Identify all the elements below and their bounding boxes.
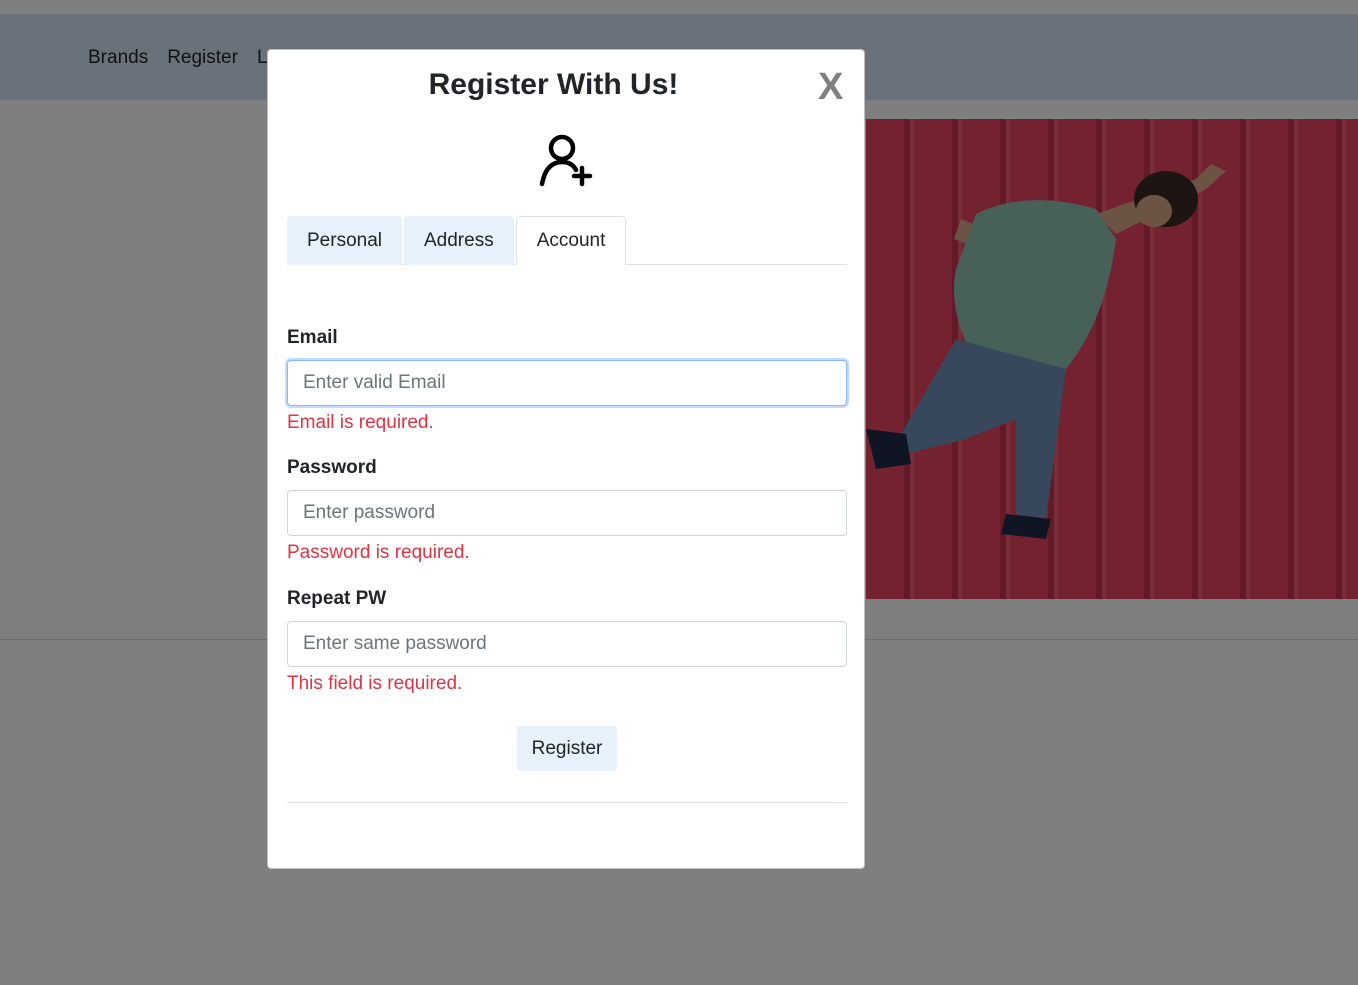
password-error: Password is required. — [287, 542, 470, 563]
password-label: Password — [287, 457, 377, 478]
tab-personal[interactable]: Personal — [287, 216, 402, 265]
register-button[interactable]: Register — [517, 726, 617, 771]
email-label: Email — [287, 327, 338, 348]
tab-account[interactable]: Account — [515, 216, 627, 265]
email-error: Email is required. — [287, 412, 434, 433]
repeat-password-field-group: Repeat PW This field is required. — [287, 587, 847, 696]
email-field-group: Email Email is required. — [287, 326, 847, 435]
close-button[interactable]: X — [818, 68, 843, 106]
tab-address[interactable]: Address — [404, 216, 514, 265]
password-field-group: Password Password is required. — [287, 456, 847, 565]
email-input[interactable] — [287, 360, 847, 406]
repeat-password-error: This field is required. — [287, 673, 463, 694]
password-input[interactable] — [287, 490, 847, 536]
register-tabs: Personal Address Account — [287, 216, 847, 265]
register-modal: Register With Us! X Personal Address Acc… — [267, 49, 865, 869]
modal-divider — [287, 802, 847, 803]
repeat-password-label: Repeat PW — [287, 588, 387, 609]
repeat-password-input[interactable] — [287, 621, 847, 667]
user-add-icon — [539, 134, 593, 187]
modal-title: Register With Us! — [428, 68, 679, 101]
